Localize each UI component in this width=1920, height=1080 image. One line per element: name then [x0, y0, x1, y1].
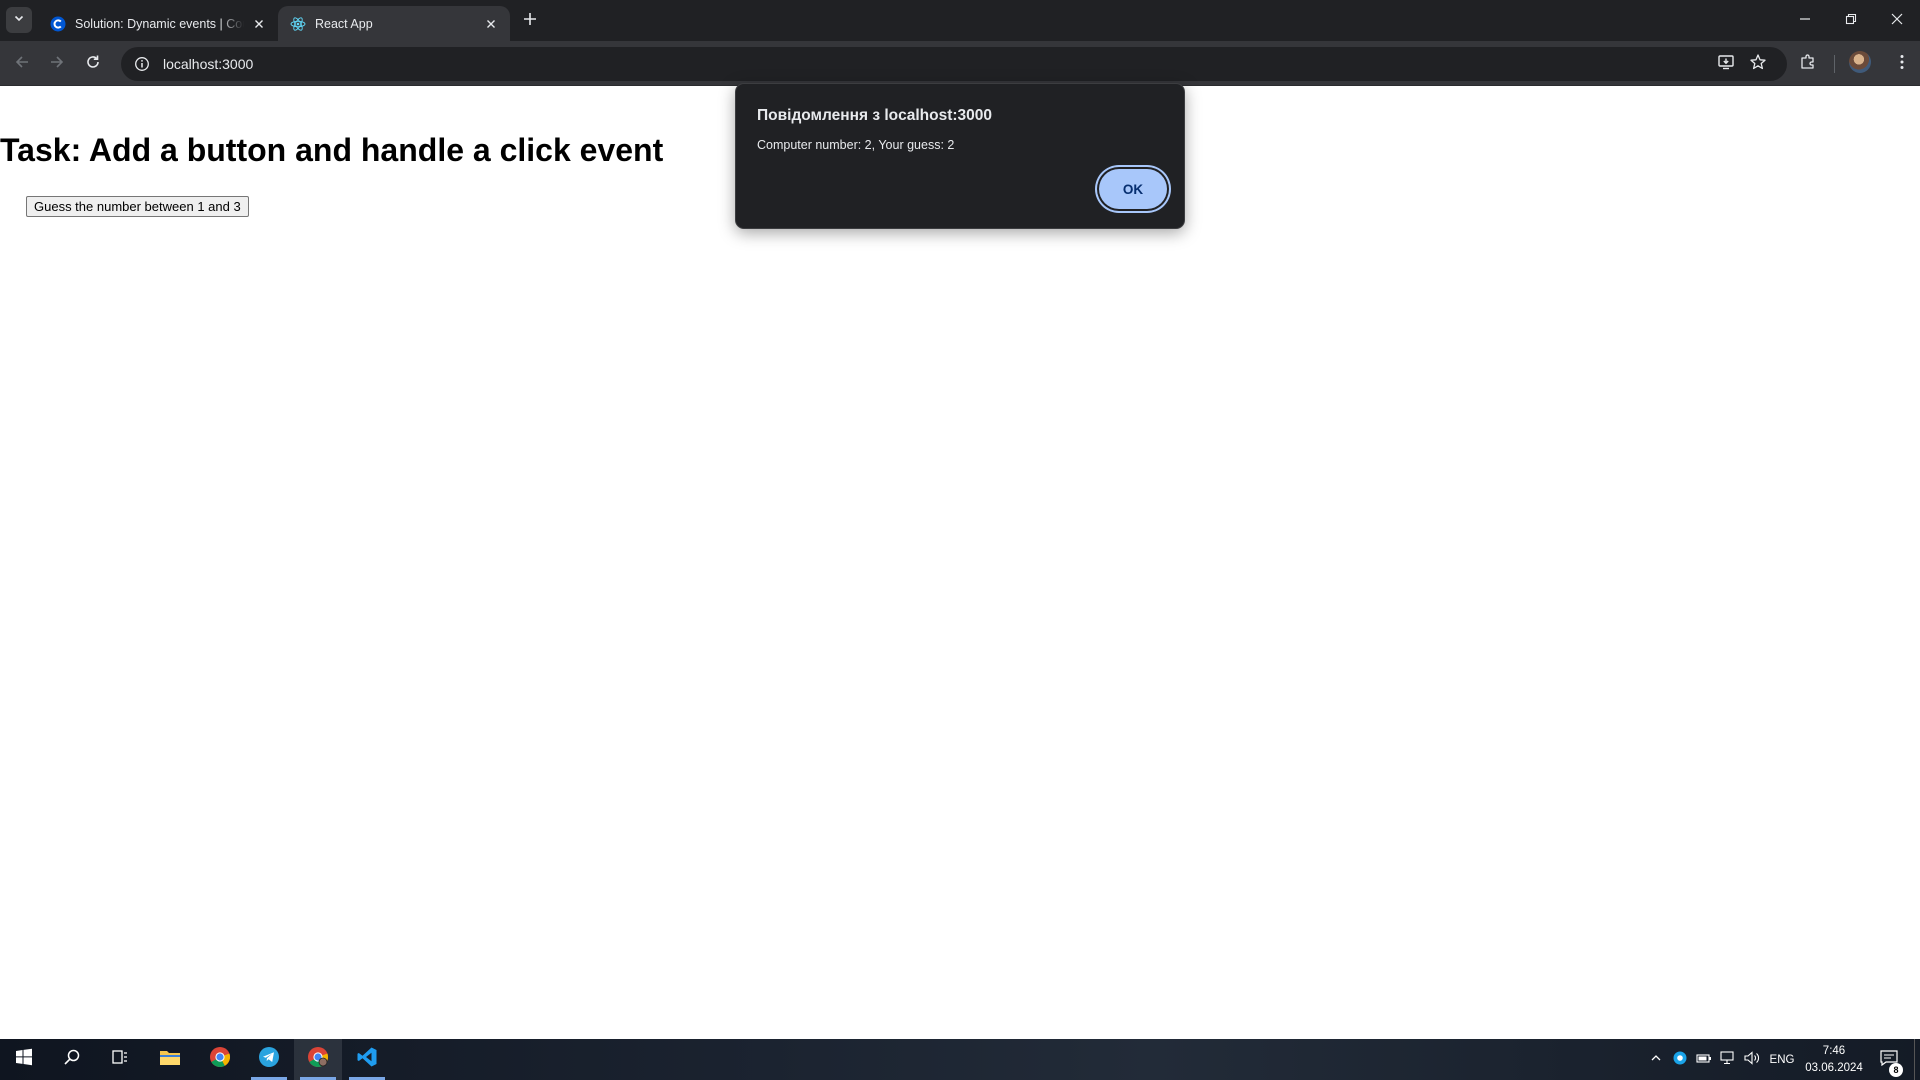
- tab-react-app[interactable]: React App: [278, 6, 510, 41]
- arrow-left-icon: [14, 54, 30, 75]
- telegram-taskbar-button[interactable]: [245, 1039, 293, 1080]
- battery-icon: [1696, 1052, 1712, 1067]
- address-bar[interactable]: localhost:3000: [121, 47, 1787, 81]
- input-language-indicator[interactable]: ENG: [1766, 1039, 1798, 1080]
- forward-button[interactable]: [42, 49, 72, 79]
- chrome-icon: [209, 1046, 231, 1073]
- file-explorer-icon: [159, 1048, 181, 1071]
- tab-search-button[interactable]: [6, 7, 32, 33]
- new-tab-button[interactable]: [518, 9, 542, 33]
- task-view-icon: [111, 1048, 129, 1071]
- site-info-icon[interactable]: [127, 49, 157, 79]
- notification-count-badge: 8: [1889, 1063, 1903, 1077]
- tray-app-icon: [1673, 1051, 1687, 1068]
- guess-number-button[interactable]: Guess the number between 1 and 3: [26, 196, 249, 217]
- tab-title: Solution: Dynamic events | Cou: [75, 16, 244, 31]
- tab-strip: Solution: Dynamic events | Cou React App: [0, 0, 1920, 41]
- window-close-button[interactable]: [1874, 0, 1920, 41]
- arrow-right-icon: [49, 54, 65, 75]
- ok-button[interactable]: OK: [1099, 169, 1167, 209]
- battery-button[interactable]: [1693, 1039, 1715, 1080]
- bookmark-button[interactable]: [1743, 49, 1773, 79]
- windows-start-icon: [15, 1048, 33, 1071]
- reload-button[interactable]: [78, 49, 108, 79]
- react-atom-icon: [290, 16, 306, 32]
- clock-time: 7:46: [1822, 1045, 1846, 1057]
- install-app-icon: [1717, 53, 1735, 76]
- close-icon[interactable]: [482, 15, 500, 33]
- taskbar-search-button[interactable]: [48, 1039, 96, 1080]
- restore-icon: [1845, 12, 1857, 30]
- chrome-taskbar-button[interactable]: [196, 1039, 244, 1080]
- show-hidden-icons-button[interactable]: [1645, 1039, 1667, 1080]
- puzzle-icon: [1799, 53, 1817, 76]
- speaker-icon: [1744, 1051, 1760, 1068]
- plus-icon: [523, 12, 537, 31]
- vscode-icon: [356, 1046, 378, 1073]
- kebab-menu-icon: [1900, 54, 1904, 75]
- taskbar: ENG 7:46 03.06.2024: [0, 1039, 1920, 1080]
- chrome-profile-icon: [307, 1046, 329, 1073]
- tab-title: React App: [315, 16, 373, 31]
- close-icon: [1891, 12, 1903, 30]
- dialog-title: Повідомлення з localhost:3000: [757, 107, 993, 124]
- tray-app-button[interactable]: [1669, 1039, 1691, 1080]
- network-icon: [1720, 1051, 1736, 1068]
- vscode-taskbar-button[interactable]: [343, 1039, 391, 1080]
- toolbar-divider: [1834, 55, 1835, 73]
- chevron-up-icon: [1650, 1052, 1662, 1067]
- coursera-c-icon: [50, 16, 66, 32]
- install-app-button[interactable]: [1711, 49, 1741, 79]
- task-view-button[interactable]: [96, 1039, 144, 1080]
- file-explorer-button[interactable]: [146, 1039, 194, 1080]
- search-icon: [63, 1048, 81, 1071]
- minimize-icon: [1799, 12, 1811, 30]
- start-button[interactable]: [0, 1039, 48, 1080]
- url-text: localhost:3000: [163, 56, 254, 72]
- restore-button[interactable]: [1828, 0, 1874, 41]
- dialog-message: Computer number: 2, Your guess: 2: [757, 138, 955, 152]
- minimize-button[interactable]: [1782, 0, 1828, 41]
- back-button[interactable]: [7, 49, 37, 79]
- page-heading: Task: Add a button and handle a click ev…: [0, 132, 664, 168]
- reload-icon: [85, 54, 101, 75]
- clock-date: 03.06.2024: [1805, 1062, 1863, 1074]
- alert-dialog: Повідомлення з localhost:3000 Computer n…: [735, 83, 1185, 229]
- browser-toolbar: localhost:3000: [0, 41, 1920, 86]
- volume-button[interactable]: [1741, 1039, 1763, 1080]
- telegram-icon: [258, 1046, 280, 1073]
- chevron-down-icon: [13, 11, 25, 29]
- network-button[interactable]: [1717, 1039, 1739, 1080]
- close-icon[interactable]: [250, 15, 268, 33]
- tab-solution-dynamic-events[interactable]: Solution: Dynamic events | Cou: [38, 6, 278, 41]
- page-viewport: Task: Add a button and handle a click ev…: [0, 87, 1920, 1039]
- extensions-button[interactable]: [1793, 49, 1823, 79]
- chrome-menu-button[interactable]: [1887, 49, 1917, 79]
- chrome-profile-taskbar-button[interactable]: [294, 1039, 342, 1080]
- profile-avatar[interactable]: [1849, 51, 1871, 73]
- show-desktop-button[interactable]: [1914, 1039, 1920, 1080]
- clock[interactable]: 7:46 03.06.2024: [1796, 1043, 1872, 1077]
- star-icon: [1749, 53, 1767, 76]
